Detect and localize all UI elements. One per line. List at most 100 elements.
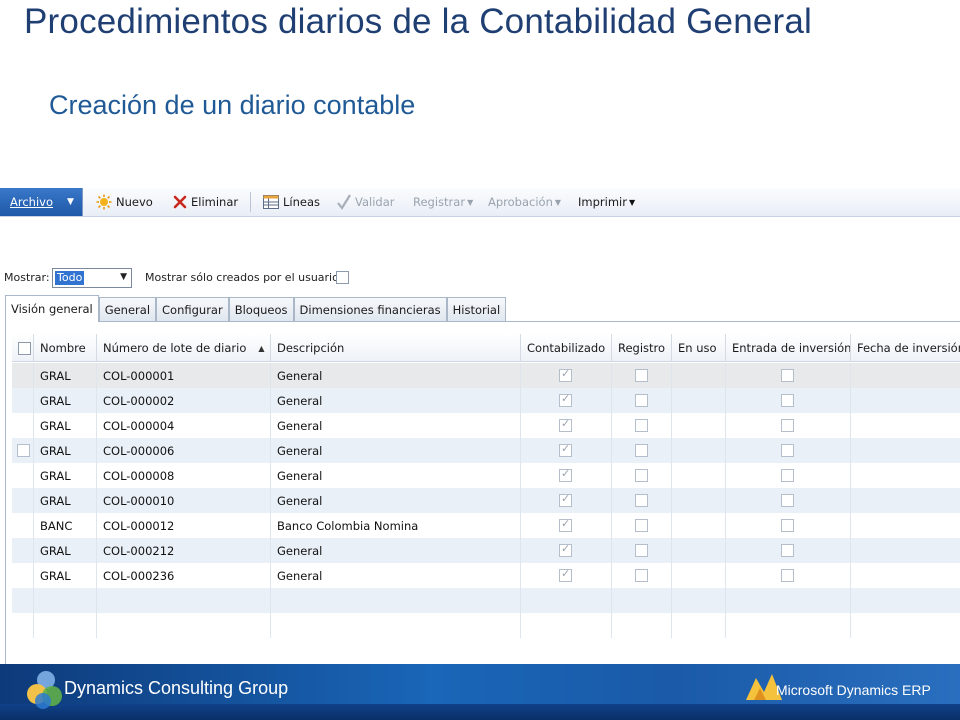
table-row[interactable]: GRAL COL-000004 General — [12, 413, 960, 438]
table-row[interactable]: GRAL COL-000002 General — [12, 388, 960, 413]
cell-divider — [850, 488, 857, 513]
table-row[interactable]: GRAL COL-000008 General — [12, 463, 960, 488]
cell-descripcion: General — [270, 488, 322, 513]
cell-divider — [611, 363, 618, 388]
cell-divider — [850, 363, 857, 388]
tab-general[interactable]: General — [98, 297, 157, 322]
table-row[interactable]: GRAL COL-000010 General — [12, 488, 960, 513]
cell-descripcion: General — [270, 388, 322, 413]
col-nombre[interactable]: Nombre — [33, 334, 96, 362]
empty-row — [12, 588, 960, 613]
contabilizado-checkbox[interactable] — [559, 392, 572, 407]
aprobacion-button[interactable]: Aprobación ▼ — [488, 188, 561, 216]
contabilizado-checkbox[interactable] — [559, 442, 572, 457]
chevron-down-icon: ▼ — [628, 197, 636, 207]
nuevo-button[interactable]: Nuevo — [96, 188, 153, 216]
table-row[interactable]: GRAL COL-000212 General — [12, 538, 960, 563]
contabilizado-checkbox[interactable] — [559, 417, 572, 432]
archivo-menu-button[interactable]: Archivo ▼ — [0, 188, 83, 216]
cell-divider — [611, 563, 618, 588]
entrada-inversion-checkbox[interactable] — [781, 444, 794, 457]
cell-descripcion: General — [270, 563, 322, 588]
cell-descripcion: General — [270, 363, 322, 388]
registro-checkbox[interactable] — [635, 519, 648, 532]
cell-divider — [611, 488, 618, 513]
cell-lote: COL-000010 — [96, 488, 174, 513]
table-row[interactable]: GRAL COL-000001 General — [12, 363, 960, 388]
col-lote[interactable]: Número de lote de diario ▲ — [96, 334, 270, 362]
tab-bloqueos[interactable]: Bloqueos — [228, 297, 294, 322]
cell-nombre: GRAL — [33, 488, 71, 513]
entrada-inversion-checkbox[interactable] — [781, 569, 794, 582]
tab-dimensiones-financieras[interactable]: Dimensiones financieras — [293, 297, 447, 322]
cell-descripcion: General — [270, 438, 322, 463]
cell-divider — [520, 538, 527, 563]
contabilizado-checkbox[interactable] — [559, 542, 572, 557]
table-row[interactable]: GRAL COL-000006 General — [12, 438, 960, 463]
row-select-checkbox[interactable] — [17, 444, 30, 457]
entrada-inversion-checkbox[interactable] — [781, 369, 794, 382]
filter-bar: Mostrar: Todo ▼ Mostrar sólo creados por… — [0, 262, 960, 294]
col-descripcion[interactable]: Descripción — [270, 334, 520, 362]
table-row[interactable]: BANC COL-000012 Banco Colombia Nomina — [12, 513, 960, 538]
eliminar-button[interactable]: Eliminar — [173, 188, 238, 216]
select-all-checkbox[interactable] — [18, 342, 31, 355]
entrada-inversion-checkbox[interactable] — [781, 469, 794, 482]
registro-checkbox[interactable] — [635, 444, 648, 457]
cell-divider — [671, 388, 678, 413]
contabilizado-checkbox[interactable] — [559, 517, 572, 532]
empty-row — [12, 613, 960, 638]
registro-checkbox[interactable] — [635, 469, 648, 482]
col-nombre-label: Nombre — [40, 341, 86, 355]
cell-divider — [611, 588, 618, 613]
lineas-button[interactable]: Líneas — [263, 188, 320, 216]
registrar-button[interactable]: Registrar ▼ — [413, 188, 473, 216]
cell-divider — [671, 538, 678, 563]
contabilizado-checkbox[interactable] — [559, 567, 572, 582]
imprimir-button[interactable]: Imprimir ▼ — [578, 188, 635, 216]
chevron-down-icon: ▼ — [467, 197, 474, 207]
entrada-inversion-checkbox[interactable] — [781, 494, 794, 507]
mostrar-select[interactable]: Todo ▼ — [52, 268, 132, 288]
cell-divider — [520, 563, 527, 588]
registro-checkbox[interactable] — [635, 544, 648, 557]
user-only-checkbox[interactable] — [336, 271, 349, 284]
tab-configurar[interactable]: Configurar — [156, 297, 229, 322]
cell-divider — [520, 363, 527, 388]
entrada-inversion-checkbox[interactable] — [781, 544, 794, 557]
entrada-inversion-checkbox[interactable] — [781, 419, 794, 432]
nuevo-label: Nuevo — [116, 195, 153, 209]
registro-checkbox[interactable] — [635, 419, 648, 432]
tab-vision-general[interactable]: Visión general — [5, 295, 99, 322]
registro-checkbox[interactable] — [635, 494, 648, 507]
grid-header: Nombre Número de lote de diario ▲ Descrip… — [12, 334, 960, 362]
contabilizado-checkbox[interactable] — [559, 492, 572, 507]
cell-nombre: GRAL — [33, 363, 71, 388]
registro-checkbox[interactable] — [635, 569, 648, 582]
col-registro-label: Registro — [618, 341, 666, 355]
col-entrada-label: Entrada de inversión — [732, 341, 852, 355]
entrada-inversion-checkbox[interactable] — [781, 519, 794, 532]
registro-checkbox[interactable] — [635, 369, 648, 382]
cell-divider — [611, 513, 618, 538]
registro-checkbox[interactable] — [635, 394, 648, 407]
entrada-inversion-checkbox[interactable] — [781, 394, 794, 407]
cell-divider — [520, 513, 527, 538]
col-entrada-inversion[interactable]: Entrada de inversión — [725, 334, 852, 362]
table-row[interactable]: GRAL COL-000236 General — [12, 563, 960, 588]
slide-title: Procedimientos diarios de la Contabilida… — [24, 2, 813, 41]
cell-divider — [850, 413, 857, 438]
contabilizado-checkbox[interactable] — [559, 367, 572, 382]
cell-divider — [96, 588, 103, 613]
cell-divider — [725, 488, 732, 513]
cell-nombre: GRAL — [33, 563, 71, 588]
slide-subtitle: Creación de un diario contable — [49, 90, 416, 120]
tab-historial[interactable]: Historial — [446, 297, 507, 322]
contabilizado-checkbox[interactable] — [559, 467, 572, 482]
validar-button[interactable]: Validar — [337, 188, 395, 216]
col-en-uso[interactable]: En uso — [671, 334, 725, 362]
brand-name: Microsoft Dynamics ERP — [776, 682, 931, 698]
col-fecha-inversion[interactable]: Fecha de inversión — [850, 334, 960, 362]
col-contabilizado[interactable]: Contabilizado — [520, 334, 611, 362]
col-registro[interactable]: Registro — [611, 334, 671, 362]
